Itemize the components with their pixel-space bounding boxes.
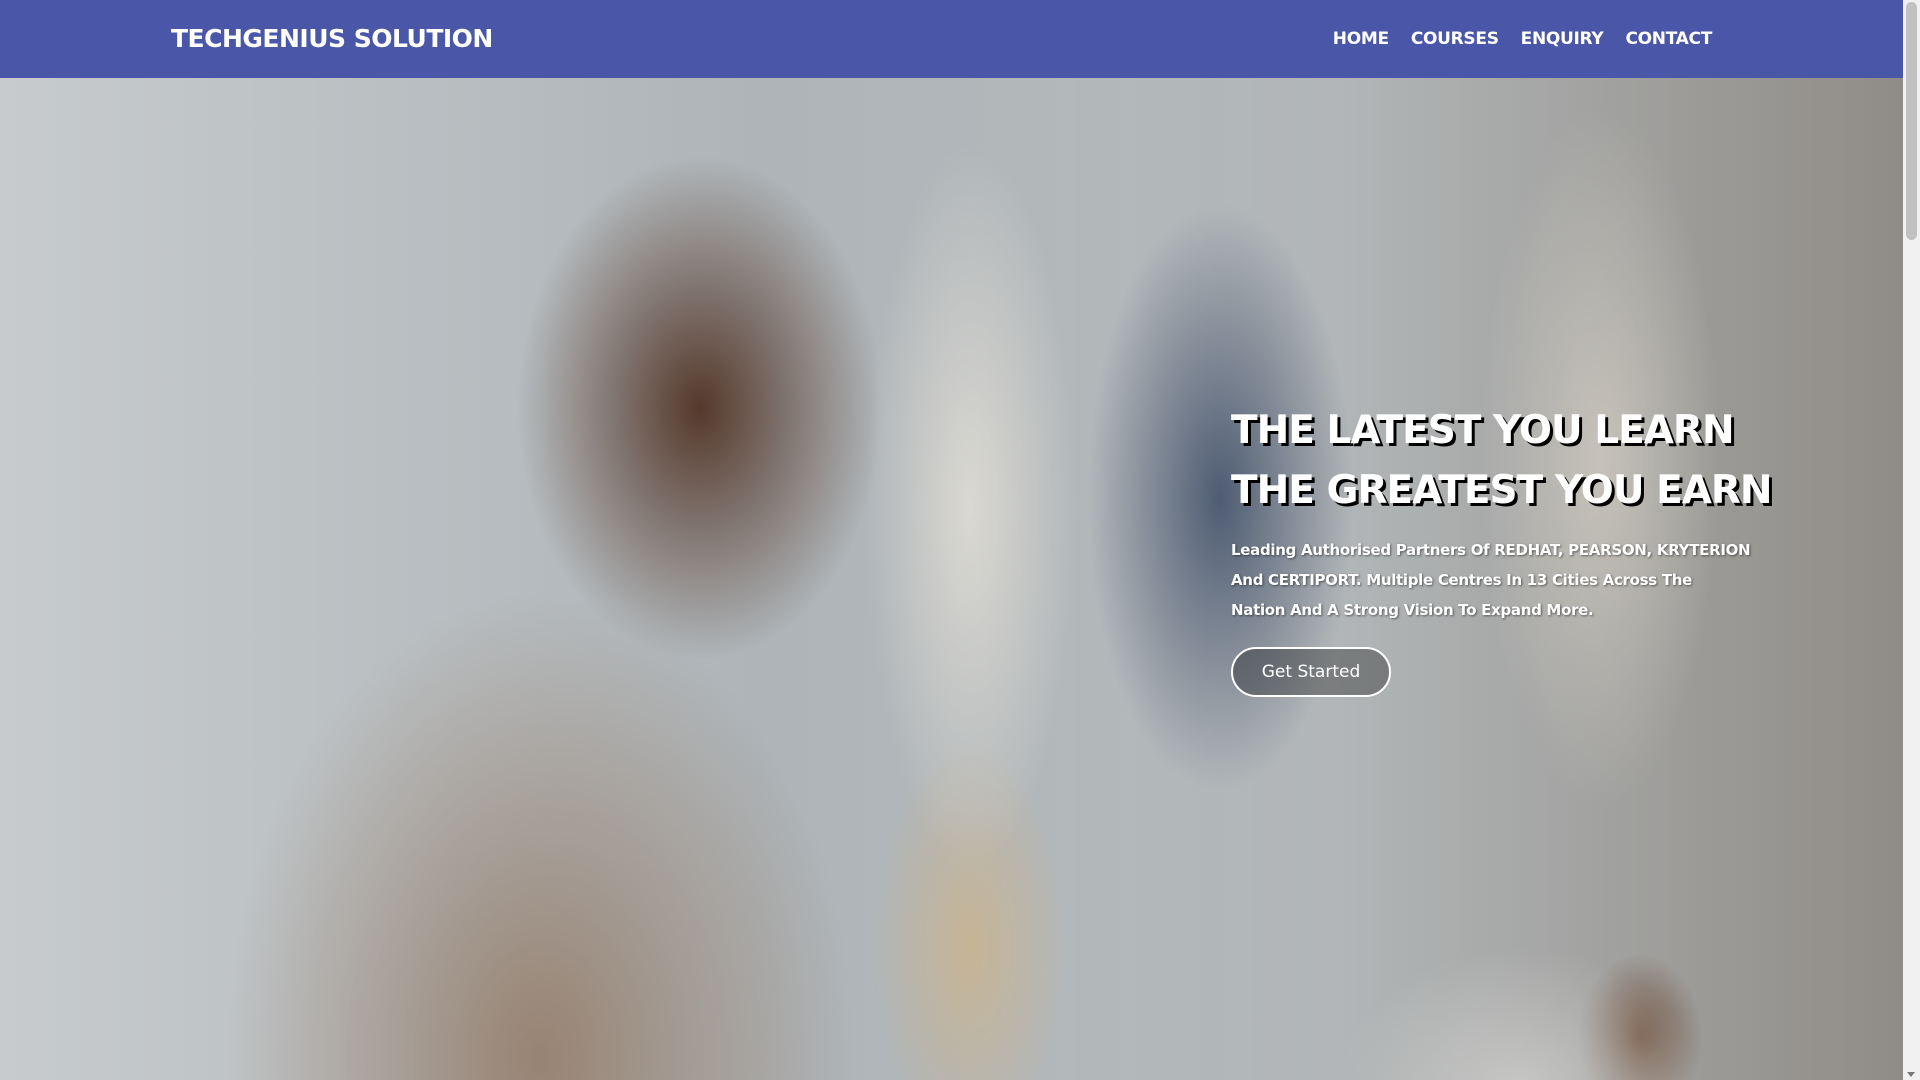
hero-title-line-1: THE LATEST YOU LEARN bbox=[1231, 408, 1735, 453]
hero-title: THE LATEST YOU LEARN THE GREATEST YOU EA… bbox=[1231, 401, 1773, 521]
scroll-down-arrow-icon[interactable] bbox=[1907, 1072, 1915, 1077]
hero-title-line-2: THE GREATEST YOU EARN bbox=[1231, 468, 1773, 513]
brand-logo[interactable]: TECHGENIUS SOLUTION bbox=[171, 0, 493, 78]
nav-links: HOME COURSES ENQUIRY CONTACT bbox=[1333, 0, 1713, 78]
page: TECHGENIUS SOLUTION HOME COURSES ENQUIRY… bbox=[0, 0, 1920, 1080]
scrollbar-thumb[interactable] bbox=[1906, 2, 1917, 240]
page-scrollbar[interactable] bbox=[1903, 0, 1920, 1080]
nav-link-enquiry[interactable]: ENQUIRY bbox=[1521, 29, 1604, 49]
get-started-button[interactable]: Get Started bbox=[1231, 647, 1391, 697]
nav-link-home[interactable]: HOME bbox=[1333, 29, 1389, 49]
hero-subtitle: Leading Authorised Partners Of REDHAT, P… bbox=[1231, 541, 1751, 619]
nav-link-contact[interactable]: CONTACT bbox=[1625, 29, 1712, 49]
navbar: TECHGENIUS SOLUTION HOME COURSES ENQUIRY… bbox=[0, 0, 1903, 78]
hero-section: THE LATEST YOU LEARN THE GREATEST YOU EA… bbox=[0, 78, 1903, 1080]
hero-content: THE LATEST YOU LEARN THE GREATEST YOU EA… bbox=[1231, 401, 1773, 697]
nav-link-courses[interactable]: COURSES bbox=[1411, 29, 1499, 49]
